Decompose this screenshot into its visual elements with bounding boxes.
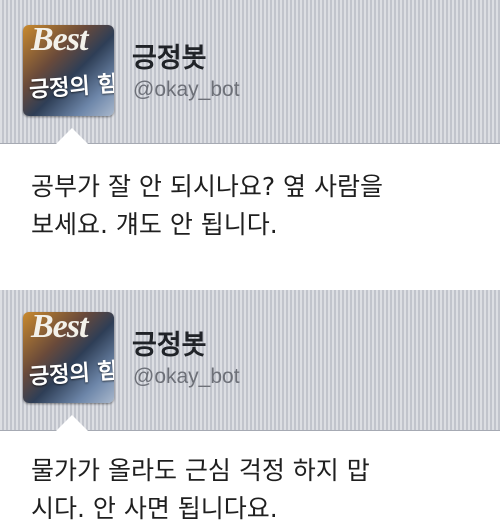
avatar-text-bottom: 긍정의 힘 bbox=[28, 71, 114, 104]
avatar[interactable]: Best 긍정의 힘 bbox=[23, 25, 114, 116]
tweet-text: 물가가 올라도 근심 걱정 하지 맙 시다. 안 사면 됩니다요. bbox=[31, 456, 370, 523]
user-handle[interactable]: @okay_bot bbox=[133, 365, 240, 389]
avatar-text-top: Best bbox=[31, 312, 88, 345]
tweet-header: Best 긍정의 힘 긍정봇 @okay_bot bbox=[0, 290, 500, 431]
avatar-text-top: Best bbox=[31, 25, 88, 58]
avatar[interactable]: Best 긍정의 힘 bbox=[23, 312, 114, 403]
avatar-text-bottom: 긍정의 힘 bbox=[28, 358, 114, 391]
display-name[interactable]: 긍정봇 bbox=[132, 36, 207, 75]
tweet-header: Best 긍정의 힘 긍정봇 @okay_bot bbox=[0, 0, 500, 144]
tweet-card: Best 긍정의 힘 긍정봇 @okay_bot 물가가 올라도 근심 걱정 하… bbox=[0, 290, 500, 523]
tweet-text: 공부가 잘 안 되시나요? 옆 사람을 보세요. 걔도 안 됩니다. bbox=[31, 172, 384, 239]
display-name[interactable]: 긍정봇 bbox=[132, 323, 207, 362]
tweet-card: Best 긍정의 힘 긍정봇 @okay_bot 공부가 잘 안 되시나요? 옆… bbox=[0, 0, 500, 290]
user-handle[interactable]: @okay_bot bbox=[133, 78, 240, 102]
